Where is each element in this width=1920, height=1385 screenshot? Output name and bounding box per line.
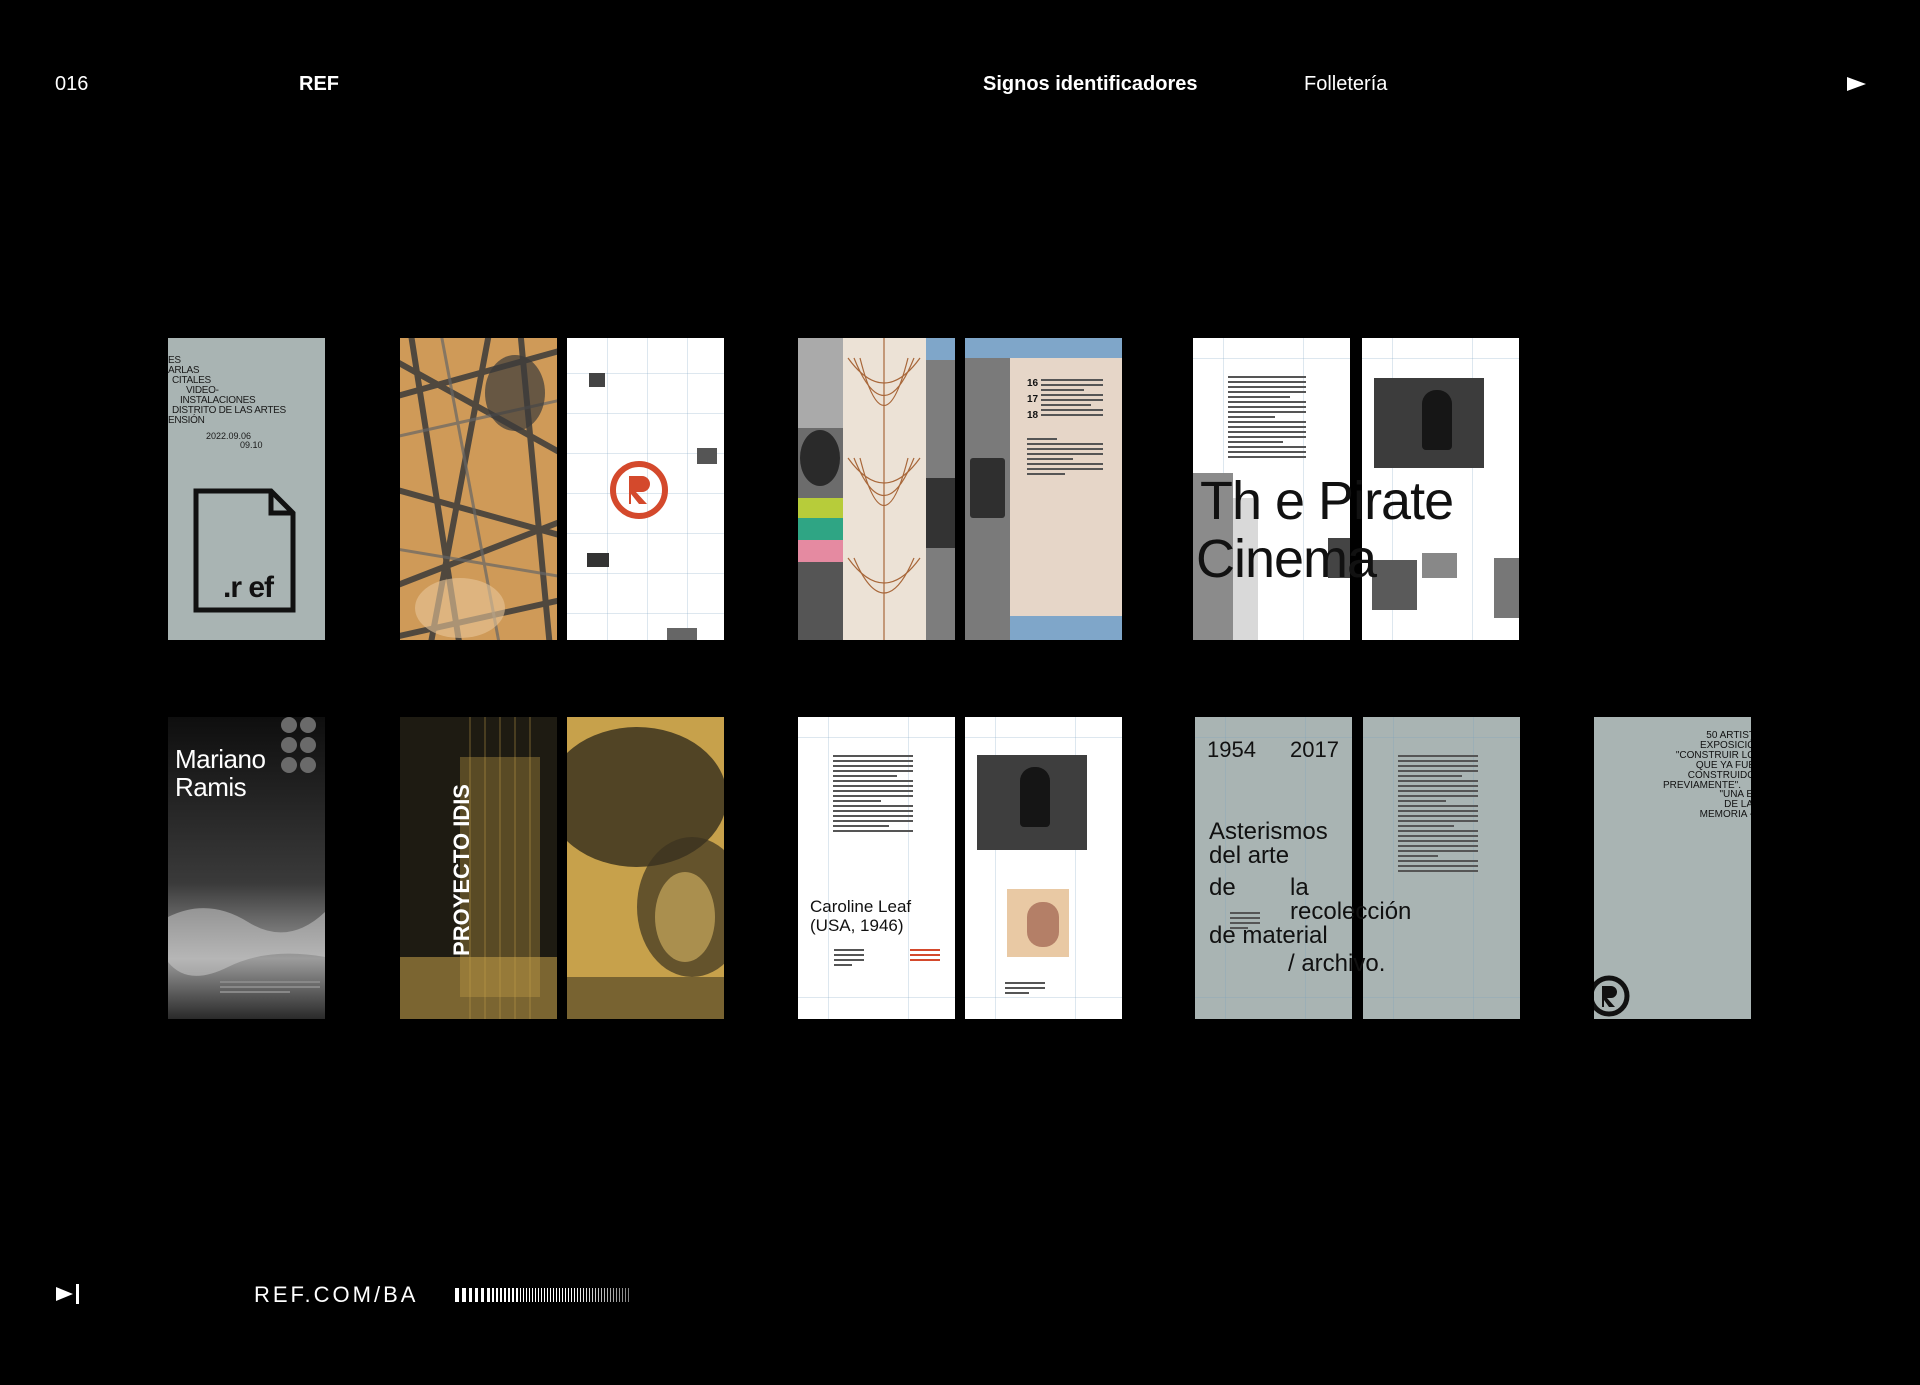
item-number: 17 xyxy=(1027,394,1039,405)
asterismos-line5: de material xyxy=(1209,922,1328,949)
poster-line: ENSIÓN xyxy=(168,415,205,426)
asterismos-line3a: de xyxy=(1209,874,1236,901)
mariano-title-b: Ramis xyxy=(175,772,247,802)
subsection-title[interactable]: Folletería xyxy=(1304,72,1387,96)
asterismos-line2: del arte xyxy=(1209,842,1290,869)
idis-title: PROYECTO IDIS xyxy=(449,784,474,956)
poster-lines: ES ARLAS CITALES VIDEO- INSTALACIONES DI… xyxy=(168,356,286,426)
brochure-idis-right xyxy=(567,717,724,1019)
item-number: 18 xyxy=(1027,410,1039,421)
barcode-icon xyxy=(455,1288,693,1302)
asterismos-line6: / archivo. xyxy=(1288,950,1386,977)
brochure-caroline-left: Caroline Leaf (USA, 1946) xyxy=(798,717,955,1019)
year-a: 1954 xyxy=(1207,737,1256,762)
ref-logo-text: .r ef xyxy=(223,571,274,604)
play-triangle-icon[interactable] xyxy=(1847,77,1866,91)
page-number: 016 xyxy=(55,73,89,95)
section-title[interactable]: Signos identificadores xyxy=(983,72,1197,96)
caroline-title-a: Caroline Leaf xyxy=(810,897,912,916)
brochure-asterismos-right xyxy=(1363,717,1520,1019)
pirate-title-a: Th e Pirate xyxy=(1200,471,1454,531)
ref-r-logo-icon xyxy=(1594,975,1630,1017)
asterismos-line3b: la xyxy=(1290,874,1309,901)
brochure-numbered-page: 16 17 18 xyxy=(965,338,1122,640)
footer-url[interactable]: REF.COM/BA xyxy=(254,1283,418,1307)
asterismos-line1: Asterismos xyxy=(1209,818,1328,845)
caroline-title-b: (USA, 1946) xyxy=(810,916,904,935)
brochure-idis-left: PROYECTO IDIS xyxy=(400,717,557,1019)
pirate-title-b: Cinema xyxy=(1196,529,1377,589)
poster-date-b: 09.10 xyxy=(240,440,263,450)
brochure-caroline-right xyxy=(965,717,1122,1019)
asterismos-line4: recolección xyxy=(1290,898,1412,925)
brochure-exhibit-poster: 50 ARTIST EXPOSICIÓ "CONSTRUIR LO QUE YA… xyxy=(1594,717,1751,1019)
brochure-ref-poster: ES ARLAS CITALES VIDEO- INSTALACIONES DI… xyxy=(168,338,325,640)
brochure-red-logo-page xyxy=(567,338,724,640)
mariano-title-a: Mariano xyxy=(175,744,266,774)
ref-r-logo-icon xyxy=(609,460,669,520)
year-b: 2017 xyxy=(1290,737,1339,762)
item-number: 16 xyxy=(1027,378,1039,389)
skip-to-end-icon[interactable] xyxy=(56,1284,82,1304)
brochure-ochre-photo xyxy=(400,338,557,640)
brand-name[interactable]: REF xyxy=(299,72,339,96)
brochure-collage-strings xyxy=(798,338,955,640)
exhibit-line: MEMORIA - xyxy=(1699,809,1751,820)
brochure-mariano-ramis: Mariano Ramis xyxy=(168,717,325,1019)
